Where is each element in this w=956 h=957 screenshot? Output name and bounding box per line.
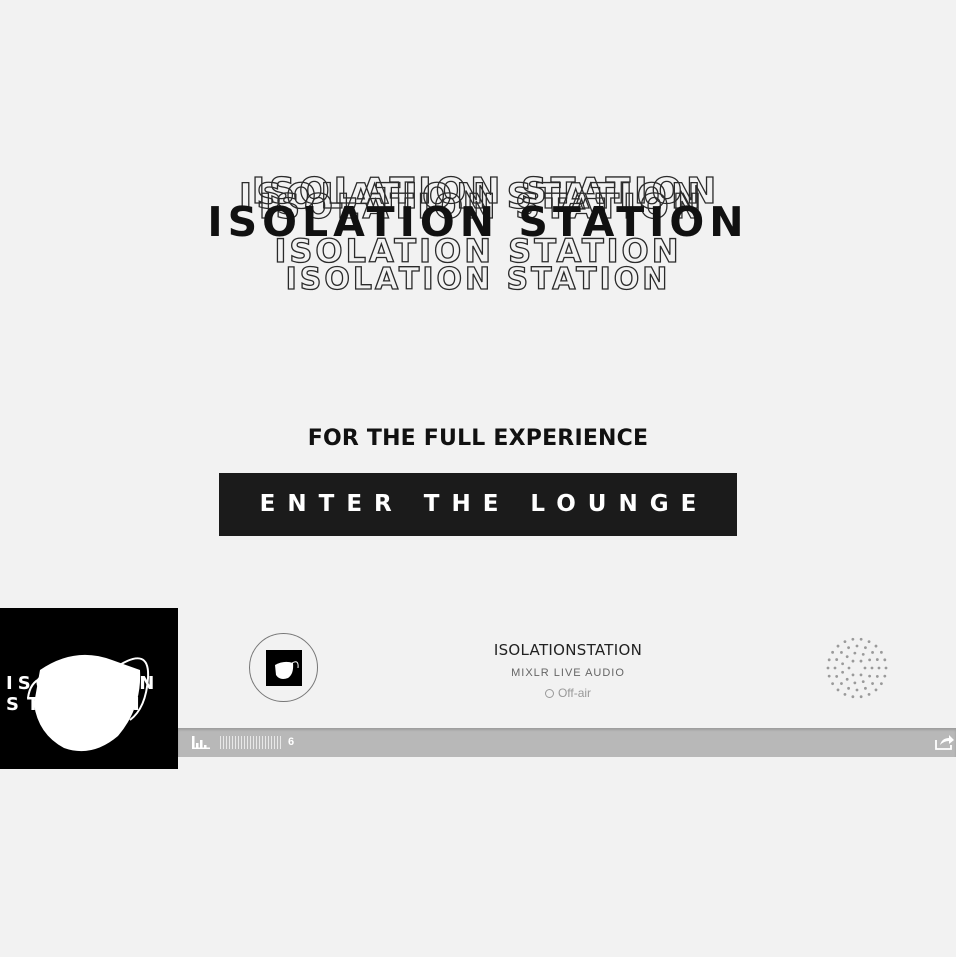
station-name[interactable]: ISOLATIONSTATION [438,641,698,659]
hero-title-outline: ISOLATION STATION [285,262,671,297]
dotted-spinner-icon[interactable] [826,637,888,699]
artwork-text-line1: ISOLATION [6,673,160,694]
enter-lounge-button[interactable]: ENTER THE LOUNGE [219,473,737,536]
player-info: ISOLATIONSTATION MIXLR LIVE AUDIO Off-ai… [178,608,956,728]
player-toolbar: 6 [178,728,956,757]
mixlr-player: ISOLATION STATION ISOLATIONSTATION MIXLR… [0,608,956,769]
avatar-mask-icon [266,650,302,686]
volume-slider[interactable] [220,736,282,749]
station-avatar[interactable] [249,633,318,702]
station-subtitle: MIXLR LIVE AUDIO [511,667,625,679]
status-dot-icon [544,689,554,698]
full-experience-heading: FOR THE FULL EXPERIENCE [307,426,649,451]
status-label: Off-air [557,686,592,700]
hero-title-stack: ISOLATION STATION ISOLATION STATION ISOL… [0,160,956,310]
volume-bars-icon[interactable] [192,736,210,749]
station-artwork: ISOLATION STATION [0,608,178,769]
artwork-text-line2: STATION [6,694,148,715]
share-icon[interactable] [934,734,954,750]
broadcast-status: Off-air [438,686,698,700]
listener-count: 6 [288,736,295,748]
